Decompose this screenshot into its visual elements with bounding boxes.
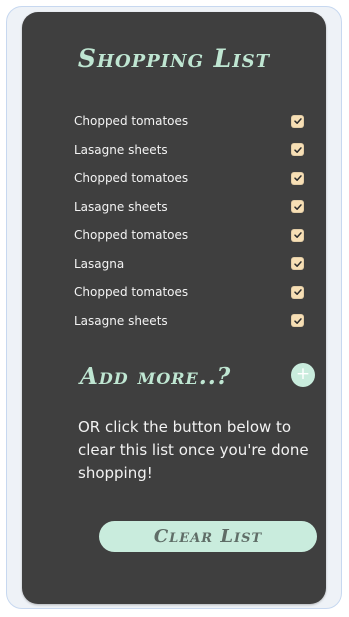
- item-label: Chopped tomatoes: [74, 114, 189, 129]
- item-label: Lasagna: [74, 256, 125, 271]
- list-item: Chopped tomatoes: [74, 164, 304, 193]
- checkmark-icon: [293, 203, 302, 210]
- list-item: Chopped tomatoes: [74, 107, 304, 136]
- item-checkbox[interactable]: [291, 171, 304, 185]
- checkmark-icon: [293, 260, 302, 267]
- item-label: Chopped tomatoes: [74, 171, 189, 186]
- page-title: Shopping List: [77, 44, 271, 73]
- item-checkbox[interactable]: [291, 200, 304, 214]
- item-label: Chopped tomatoes: [74, 285, 189, 300]
- add-item-button[interactable]: +: [291, 363, 315, 387]
- shopping-items-list: Chopped tomatoes Lasagne sheets Chopped …: [74, 107, 304, 335]
- checkmark-icon: [293, 289, 302, 296]
- item-label: Lasagne sheets: [74, 313, 168, 328]
- item-checkbox[interactable]: [291, 285, 304, 299]
- item-checkbox[interactable]: [291, 257, 304, 271]
- checkmark-icon: [293, 232, 302, 239]
- list-item: Lasagne sheets: [74, 136, 304, 165]
- list-item: Lasagne sheets: [74, 307, 304, 336]
- item-label: Lasagne sheets: [74, 142, 168, 157]
- item-label: Lasagne sheets: [74, 199, 168, 214]
- add-more-label: Add more..?: [80, 362, 232, 390]
- checkmark-icon: [293, 118, 302, 125]
- list-item: Chopped tomatoes: [74, 278, 304, 307]
- add-more-row: Add more..? +: [80, 359, 315, 393]
- item-checkbox[interactable]: [291, 143, 304, 157]
- item-checkbox[interactable]: [291, 228, 304, 242]
- item-checkbox[interactable]: [291, 314, 304, 328]
- checkmark-icon: [293, 317, 302, 324]
- plus-icon: +: [295, 363, 311, 384]
- checkmark-icon: [293, 175, 302, 182]
- checkmark-icon: [293, 146, 302, 153]
- shopping-list-card: Shopping List Chopped tomatoes Lasagne s…: [22, 12, 326, 604]
- clear-list-instructions: OR click the button below to clear this …: [78, 418, 309, 482]
- item-checkbox[interactable]: [291, 114, 304, 128]
- list-item: Lasagna: [74, 250, 304, 279]
- list-item: Lasagne sheets: [74, 193, 304, 222]
- clear-list-button[interactable]: Clear List: [99, 521, 317, 552]
- list-item: Chopped tomatoes: [74, 221, 304, 250]
- item-label: Chopped tomatoes: [74, 228, 189, 243]
